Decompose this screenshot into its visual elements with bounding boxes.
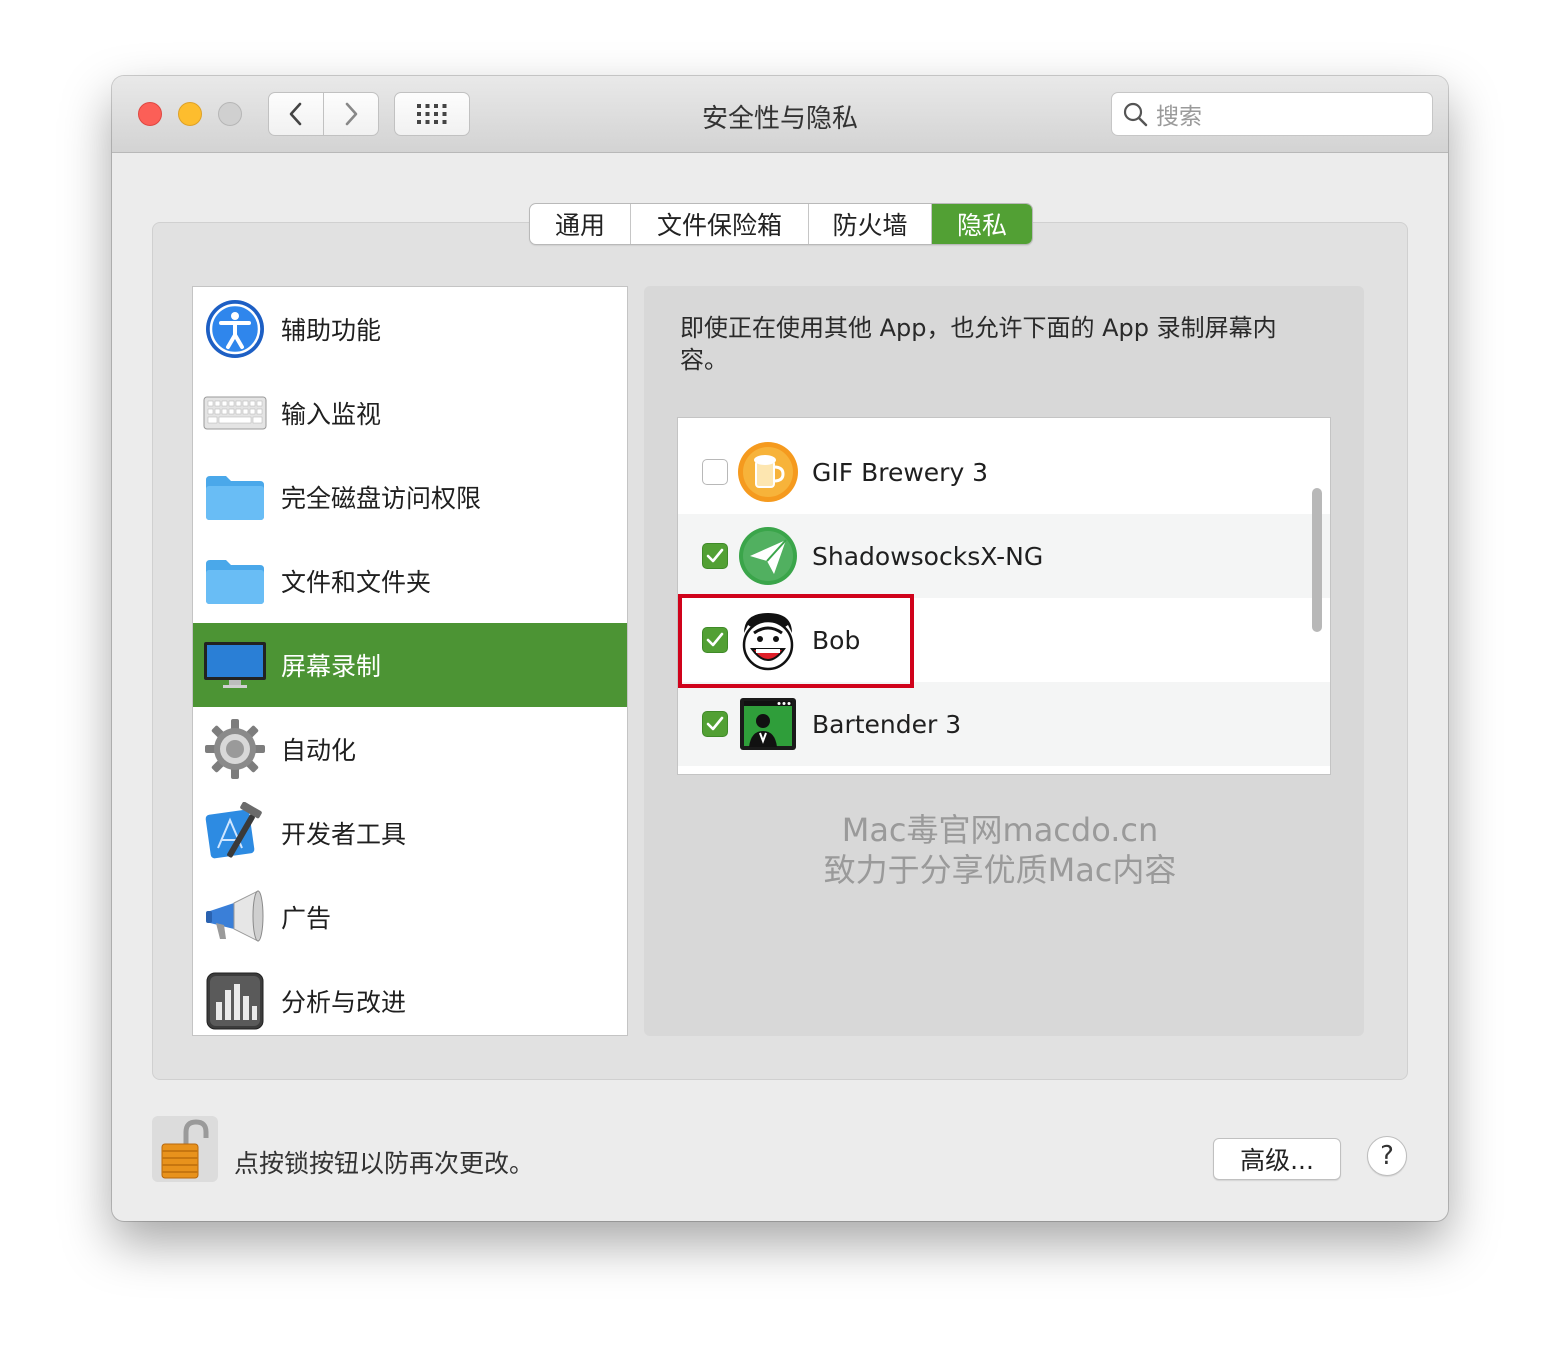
search-icon (1123, 102, 1148, 127)
panel-description: 即使正在使用其他 App，也允许下面的 App 录制屏幕内容。 (680, 314, 1277, 374)
lock-button[interactable] (152, 1116, 218, 1182)
accessibility-icon (203, 297, 267, 361)
sidebar-item-label: 完全磁盘访问权限 (281, 484, 482, 513)
advanced-button[interactable]: 高级... (1213, 1138, 1341, 1180)
tab-filevault[interactable]: 文件保险箱 (631, 204, 809, 244)
unlocked-padlock-icon (161, 1119, 209, 1179)
watermark-line-2: 致力于分享优质Mac内容 (823, 851, 1177, 889)
privacy-category-list: 辅助功能 输入监视 完全磁盘访问权限 文件和文件夹 屏幕录制 自动化 开发者工具… (192, 286, 628, 1036)
list-scrollbar[interactable] (1312, 488, 1322, 632)
search-placeholder: 搜索 (1156, 104, 1202, 130)
sidebar-item-automation[interactable]: 自动化 (193, 707, 627, 791)
app-name: Bartender 3 (812, 709, 962, 739)
paper-plane-icon (736, 524, 800, 588)
checkmark-icon (706, 716, 724, 731)
app-checkbox[interactable] (702, 711, 728, 737)
preferences-window: 安全性与隐私 搜索 通用 文件保险箱 防火墙 隐私 辅助功能 输入监视 完全磁盘… (112, 76, 1448, 1221)
sidebar-item-label: 广告 (281, 904, 332, 933)
sidebar-item-full-disk-access[interactable]: 完全磁盘访问权限 (193, 455, 627, 539)
app-checkbox[interactable] (702, 459, 728, 485)
sidebar-item-label: 输入监视 (281, 400, 382, 429)
checkmark-icon (706, 548, 724, 563)
folder-icon (203, 549, 267, 613)
app-name: GIF Brewery 3 (812, 457, 989, 487)
app-checkbox[interactable] (702, 543, 728, 569)
sidebar-item-label: 开发者工具 (281, 820, 407, 849)
sidebar-item-label: 辅助功能 (281, 316, 382, 345)
sidebar-item-label: 自动化 (281, 736, 357, 765)
tab-privacy[interactable]: 隐私 (932, 204, 1032, 244)
folder-icon (203, 465, 267, 529)
gif-brewery-icon (736, 440, 800, 504)
keyboard-icon (203, 381, 267, 445)
app-row-shadowsocksx-ng[interactable]: ShadowsocksX-NG (678, 514, 1330, 598)
watermark-line-1: Mac毒官网macdo.cn (841, 811, 1159, 849)
sidebar-item-advertising[interactable]: 广告 (193, 875, 627, 959)
sidebar-item-label: 屏幕录制 (281, 652, 382, 681)
tab-bar: 通用 文件保险箱 防火墙 隐私 (529, 203, 1033, 245)
sidebar-item-label: 文件和文件夹 (281, 568, 432, 597)
sidebar-item-files-and-folders[interactable]: 文件和文件夹 (193, 539, 627, 623)
search-field[interactable]: 搜索 (1111, 92, 1433, 136)
lock-hint-text: 点按锁按钮以防再次更改。 (234, 1149, 535, 1178)
title-bar: 安全性与隐私 搜索 (112, 76, 1448, 153)
sidebar-item-input-monitoring[interactable]: 输入监视 (193, 371, 627, 455)
help-button[interactable]: ? (1367, 1136, 1407, 1176)
gear-icon (203, 717, 267, 781)
bartender-icon (736, 692, 800, 756)
megaphone-icon (203, 885, 267, 949)
display-icon (203, 633, 267, 697)
sidebar-item-label: 分析与改进 (281, 988, 407, 1017)
chart-icon (203, 969, 267, 1033)
sidebar-item-developer-tools[interactable]: 开发者工具 (193, 791, 627, 875)
tab-general[interactable]: 通用 (530, 204, 631, 244)
xcode-icon (203, 801, 267, 865)
sidebar-item-screen-recording[interactable]: 屏幕录制 (193, 623, 627, 707)
app-row-bartender[interactable]: Bartender 3 (678, 682, 1330, 766)
app-row-gif-brewery[interactable]: GIF Brewery 3 (678, 430, 1330, 514)
sidebar-item-accessibility[interactable]: 辅助功能 (193, 287, 627, 371)
bob-highlight-box (678, 594, 914, 688)
app-name: ShadowsocksX-NG (812, 541, 1044, 571)
watermark: Mac毒官网macdo.cn 致力于分享优质Mac内容 (680, 810, 1320, 890)
tab-firewall[interactable]: 防火墙 (809, 204, 932, 244)
sidebar-item-analytics[interactable]: 分析与改进 (193, 959, 627, 1043)
